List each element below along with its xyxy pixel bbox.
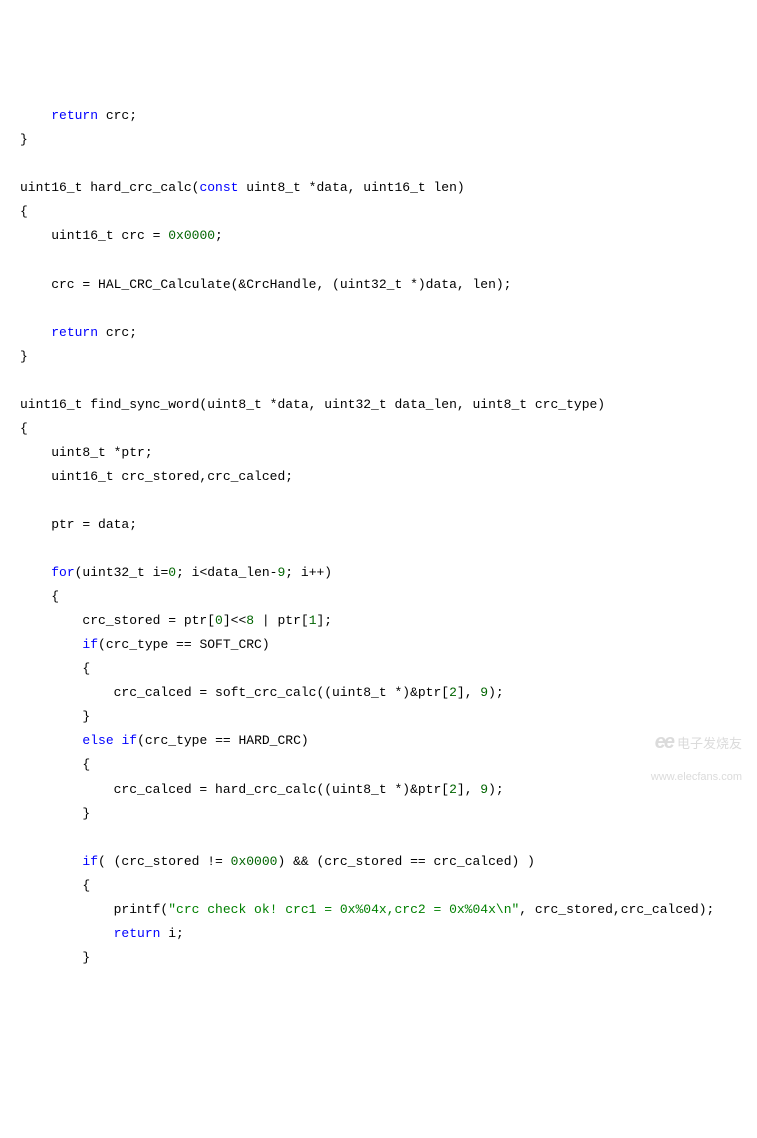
watermark-logo: ee	[655, 729, 673, 755]
watermark-url: www.elecfans.com	[651, 771, 742, 783]
watermark-cn: 电子发烧友	[677, 736, 742, 751]
watermark: ee 电子发烧友 www.elecfans.com	[645, 715, 742, 784]
code-block: return crc; } uint16_t hard_crc_calc(con…	[20, 104, 737, 970]
